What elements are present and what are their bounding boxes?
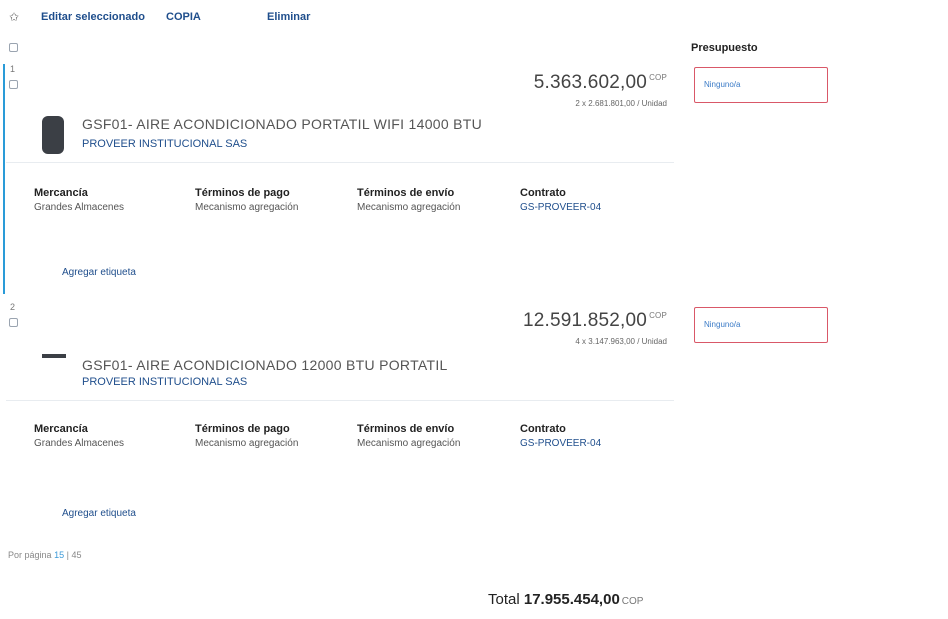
divider [6, 400, 674, 401]
contract-field: Contrato GS-PROVEER-04 [520, 423, 601, 449]
budget-select[interactable]: Ninguno/a [694, 307, 828, 343]
unit-detail: 2 x 2.681.801,00 / Unidad [575, 99, 667, 108]
merchandise-label: Mercancía [34, 423, 88, 435]
contract-link[interactable]: GS-PROVEER-04 [520, 202, 601, 213]
contract-link[interactable]: GS-PROVEER-04 [520, 438, 601, 449]
supplier-name[interactable]: PROVEER INSTITUCIONAL SAS [82, 138, 247, 150]
line-number: 2 [10, 302, 16, 312]
budget-select-value: Ninguno/a [704, 320, 741, 329]
product-thumbnail[interactable] [42, 354, 66, 358]
supplier-name[interactable]: PROVEER INSTITUCIONAL SAS [82, 376, 247, 388]
line-checkbox[interactable] [9, 318, 18, 327]
line-item: 1 5.363.602,00 COP 2 x 2.681.801,00 / Uni… [0, 64, 680, 294]
merchandise-field: Mercancía Grandes Almacenes [34, 423, 124, 449]
merchandise-label: Mercancía [34, 187, 88, 199]
payment-terms-field: Términos de pago Mecanismo agregación [195, 423, 298, 449]
selected-indicator [3, 64, 5, 294]
merchandise-value: Grandes Almacenes [34, 202, 125, 213]
total-label: Total [488, 591, 520, 608]
budget-select-value: Ninguno/a [704, 80, 741, 89]
page-size-separator: | [66, 550, 69, 560]
price-currency: COP [649, 73, 667, 82]
shipping-terms-label: Términos de envío [357, 423, 455, 435]
shipping-terms-field: Términos de envío Mecanismo agregación [357, 423, 460, 449]
contract-label: Contrato [520, 187, 566, 199]
payment-terms-value: Mecanismo agregación [195, 202, 299, 213]
line-number: 1 [10, 64, 16, 74]
shipping-terms-field: Términos de envío Mecanismo agregación [357, 187, 460, 213]
line-item: 2 12.591.852,00 COP 4 x 3.147.963,00 / Un… [0, 302, 680, 530]
total-value: 17.955.454,00 [523, 591, 620, 608]
payment-terms-label: Términos de pago [195, 187, 290, 199]
shipping-terms-value: Mecanismo agregación [357, 202, 461, 213]
per-page-label: Por página [8, 550, 52, 560]
shipping-terms-value: Mecanismo agregación [357, 438, 461, 449]
product-name[interactable]: GSF01- AIRE ACONDICIONADO 12000 BTU PORT… [82, 357, 448, 373]
product-thumbnail[interactable] [42, 116, 64, 154]
total-currency: COP [621, 596, 644, 607]
product-name[interactable]: GSF01- AIRE ACONDICIONADO PORTATIL WIFI … [82, 116, 482, 132]
payment-terms-value: Mecanismo agregación [195, 438, 299, 449]
line-price: 5.363.602,00 COP [534, 72, 667, 94]
merchandise-value: Grandes Almacenes [34, 438, 125, 449]
select-all-checkbox[interactable] [9, 43, 18, 52]
price-value: 5.363.602,00 [533, 72, 648, 93]
page-size-15[interactable]: 15 [54, 550, 64, 560]
add-tag-link[interactable]: Agregar etiqueta [62, 267, 136, 278]
budget-header: Presupuesto [691, 42, 758, 54]
copy-button[interactable]: COPIA [166, 11, 201, 23]
payment-terms-label: Términos de pago [195, 423, 290, 435]
contract-label: Contrato [520, 423, 566, 435]
delete-button[interactable]: Eliminar [267, 11, 310, 23]
shipping-terms-label: Términos de envío [357, 187, 455, 199]
toolbar: ✩ Editar seleccionado COPIA Eliminar [0, 0, 948, 32]
add-tag-link[interactable]: Agregar etiqueta [62, 508, 136, 519]
budget-select[interactable]: Ninguno/a [694, 67, 828, 103]
pagination: Por página 15 | 45 [8, 550, 81, 560]
price-currency: COP [649, 311, 667, 320]
order-total: Total 17.955.454,00 COP [488, 591, 643, 608]
unit-detail: 4 x 3.147.963,00 / Unidad [575, 337, 667, 346]
price-value: 12.591.852,00 [522, 310, 648, 331]
line-price: 12.591.852,00 COP [523, 310, 667, 332]
payment-terms-field: Términos de pago Mecanismo agregación [195, 187, 298, 213]
wand-icon[interactable]: ✩ [9, 11, 22, 24]
contract-field: Contrato GS-PROVEER-04 [520, 187, 601, 213]
page-size-45[interactable]: 45 [71, 550, 81, 560]
edit-selected-button[interactable]: Editar seleccionado [41, 11, 145, 23]
line-checkbox[interactable] [9, 80, 18, 89]
merchandise-field: Mercancía Grandes Almacenes [34, 187, 124, 213]
divider [6, 162, 674, 163]
